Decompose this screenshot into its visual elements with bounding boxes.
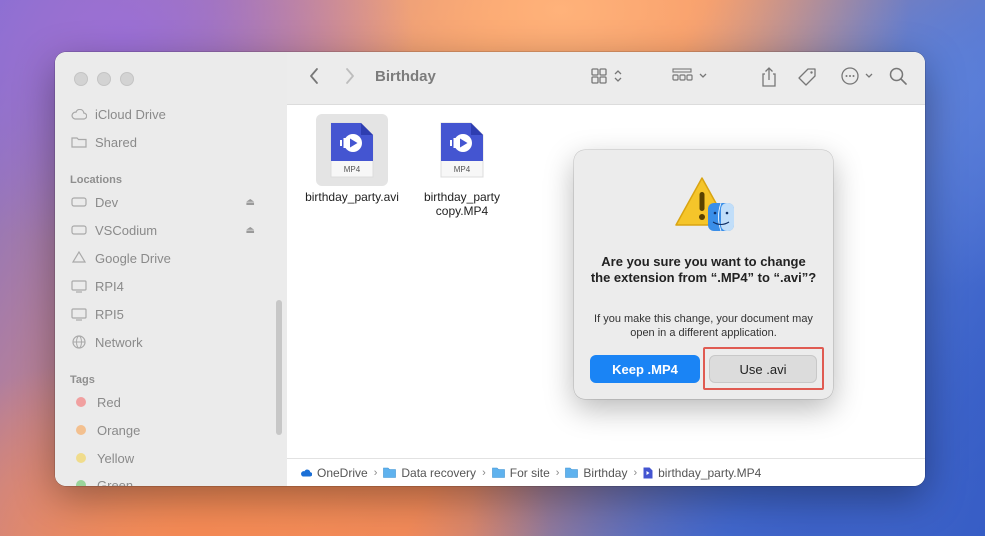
sidebar-item-label: Yellow xyxy=(97,450,135,466)
video-file-icon: MP4 xyxy=(440,122,484,178)
sidebar-item-tag-green[interactable]: Green xyxy=(71,473,271,486)
folder-icon xyxy=(383,467,397,478)
sidebar-item-label: Network xyxy=(95,334,143,350)
crumb-for-site[interactable]: For site › xyxy=(491,465,566,480)
rename-extension-dialog: Are you sure you want to change the exte… xyxy=(574,150,833,399)
sidebar-item-label: RPI4 xyxy=(95,278,124,294)
sidebar-scrollbar[interactable] xyxy=(276,300,282,435)
crumb-birthday[interactable]: Birthday › xyxy=(565,466,643,480)
share-icon[interactable] xyxy=(761,66,777,88)
chevron-right-icon: › xyxy=(633,466,638,479)
forward-icon[interactable] xyxy=(345,67,355,85)
zoom-window-button[interactable] xyxy=(120,72,134,86)
sidebar-item-shared[interactable]: Shared xyxy=(71,130,271,154)
crumb-label: OneDrive xyxy=(317,465,368,480)
sidebar-item-google-drive[interactable]: Google Drive xyxy=(71,246,271,270)
sidebar-item-label: Green xyxy=(97,477,134,487)
file-name: birthday_party.avi xyxy=(305,190,399,204)
onedrive-cloud-icon xyxy=(301,469,312,477)
red-tag-dot xyxy=(76,397,86,407)
path-bar: OneDrive › Data recovery › For site › Bi… xyxy=(287,458,925,486)
close-window-button[interactable] xyxy=(74,72,88,86)
crumb-onedrive[interactable]: OneDrive › xyxy=(300,466,383,480)
sidebar: iCloud Drive Shared Locations Dev ⏏ VSCo… xyxy=(55,52,288,486)
shared-folder-icon xyxy=(71,135,87,149)
eject-icon[interactable]: ⏏ xyxy=(246,197,255,208)
display-icon xyxy=(71,279,87,293)
tags-header: Tags xyxy=(70,374,95,386)
icon-view-icon[interactable] xyxy=(591,67,625,85)
orange-tag-dot xyxy=(76,425,86,435)
crumb-label: birthday_party.MP4 xyxy=(658,465,762,480)
svg-text:MP4: MP4 xyxy=(454,165,471,174)
folder-icon xyxy=(491,467,505,478)
sidebar-item-label: Dev xyxy=(95,194,119,210)
sidebar-item-tag-red[interactable]: Red xyxy=(71,390,271,414)
dialog-message: If you make this change, your document m… xyxy=(594,313,813,339)
minimize-window-button[interactable] xyxy=(97,72,111,86)
crumb-label: For site xyxy=(509,465,550,480)
file-name-line2: copy.MP4 xyxy=(435,204,489,218)
video-file-icon: MP4 xyxy=(330,122,374,178)
sidebar-item-label: Google Drive xyxy=(95,250,171,266)
chevron-right-icon: › xyxy=(555,466,560,479)
yellow-tag-dot xyxy=(76,453,86,463)
display-icon xyxy=(71,307,87,321)
sidebar-item-label: Red xyxy=(97,394,121,410)
window-title: Birthday xyxy=(375,68,436,85)
crumb-label: Data recovery xyxy=(401,465,477,480)
keep-extension-button[interactable]: Keep .MP4 xyxy=(590,355,700,383)
search-icon[interactable] xyxy=(889,67,907,85)
sidebar-item-rpi5[interactable]: RPI5 xyxy=(71,302,271,326)
file-item-birthday-party-avi[interactable]: MP4 birthday_party.avi xyxy=(301,114,403,204)
chevron-right-icon: › xyxy=(373,466,378,479)
file-name-line1: birthday_party xyxy=(423,190,501,204)
sidebar-item-label: Shared xyxy=(95,134,137,150)
cloud-icon xyxy=(71,107,87,121)
crumb-label: Birthday xyxy=(583,465,628,480)
drive-icon xyxy=(71,223,87,237)
group-icon[interactable] xyxy=(672,67,712,85)
sidebar-item-vscodium[interactable]: VSCodium ⏏ xyxy=(71,218,271,242)
svg-text:MP4: MP4 xyxy=(344,165,361,174)
locations-header: Locations xyxy=(70,174,122,186)
green-tag-dot xyxy=(76,480,86,486)
warning-finder-icon xyxy=(675,177,734,232)
toolbar: Birthday xyxy=(287,52,925,105)
crumb-file[interactable]: birthday_party.MP4 xyxy=(643,466,761,480)
back-icon[interactable] xyxy=(309,67,319,85)
more-actions-icon[interactable] xyxy=(841,67,877,85)
drive-icon xyxy=(71,195,87,209)
google-drive-icon xyxy=(71,251,87,265)
sidebar-item-network[interactable]: Network xyxy=(71,330,271,354)
file-thumbnail: MP4 xyxy=(316,114,388,186)
sidebar-item-label: iCloud Drive xyxy=(95,106,166,122)
sidebar-item-rpi4[interactable]: RPI4 xyxy=(71,274,271,298)
chevron-right-icon: › xyxy=(482,466,486,479)
sidebar-item-icloud-drive[interactable]: iCloud Drive xyxy=(71,102,271,126)
sidebar-item-label: RPI5 xyxy=(95,306,124,322)
file-thumbnail: MP4 xyxy=(426,114,498,186)
window-controls xyxy=(74,72,134,86)
dialog-title: Are you sure you want to change the exte… xyxy=(590,254,817,285)
file-item-birthday-party-copy[interactable]: MP4 birthday_party copy.MP4 xyxy=(415,114,509,218)
sidebar-item-tag-orange[interactable]: Orange xyxy=(71,418,271,442)
sidebar-item-dev[interactable]: Dev ⏏ xyxy=(71,190,271,214)
crumb-data-recovery[interactable]: Data recovery › xyxy=(383,466,491,480)
sidebar-item-tag-yellow[interactable]: Yellow xyxy=(71,446,271,470)
sidebar-item-label: Orange xyxy=(97,422,141,438)
tag-icon[interactable] xyxy=(797,67,819,87)
video-file-small-icon xyxy=(643,467,653,478)
network-icon xyxy=(71,335,87,349)
annotation-highlight-box xyxy=(703,347,824,390)
sidebar-item-label: VSCodium xyxy=(95,222,158,238)
folder-icon xyxy=(565,467,579,478)
eject-icon[interactable]: ⏏ xyxy=(246,225,255,236)
